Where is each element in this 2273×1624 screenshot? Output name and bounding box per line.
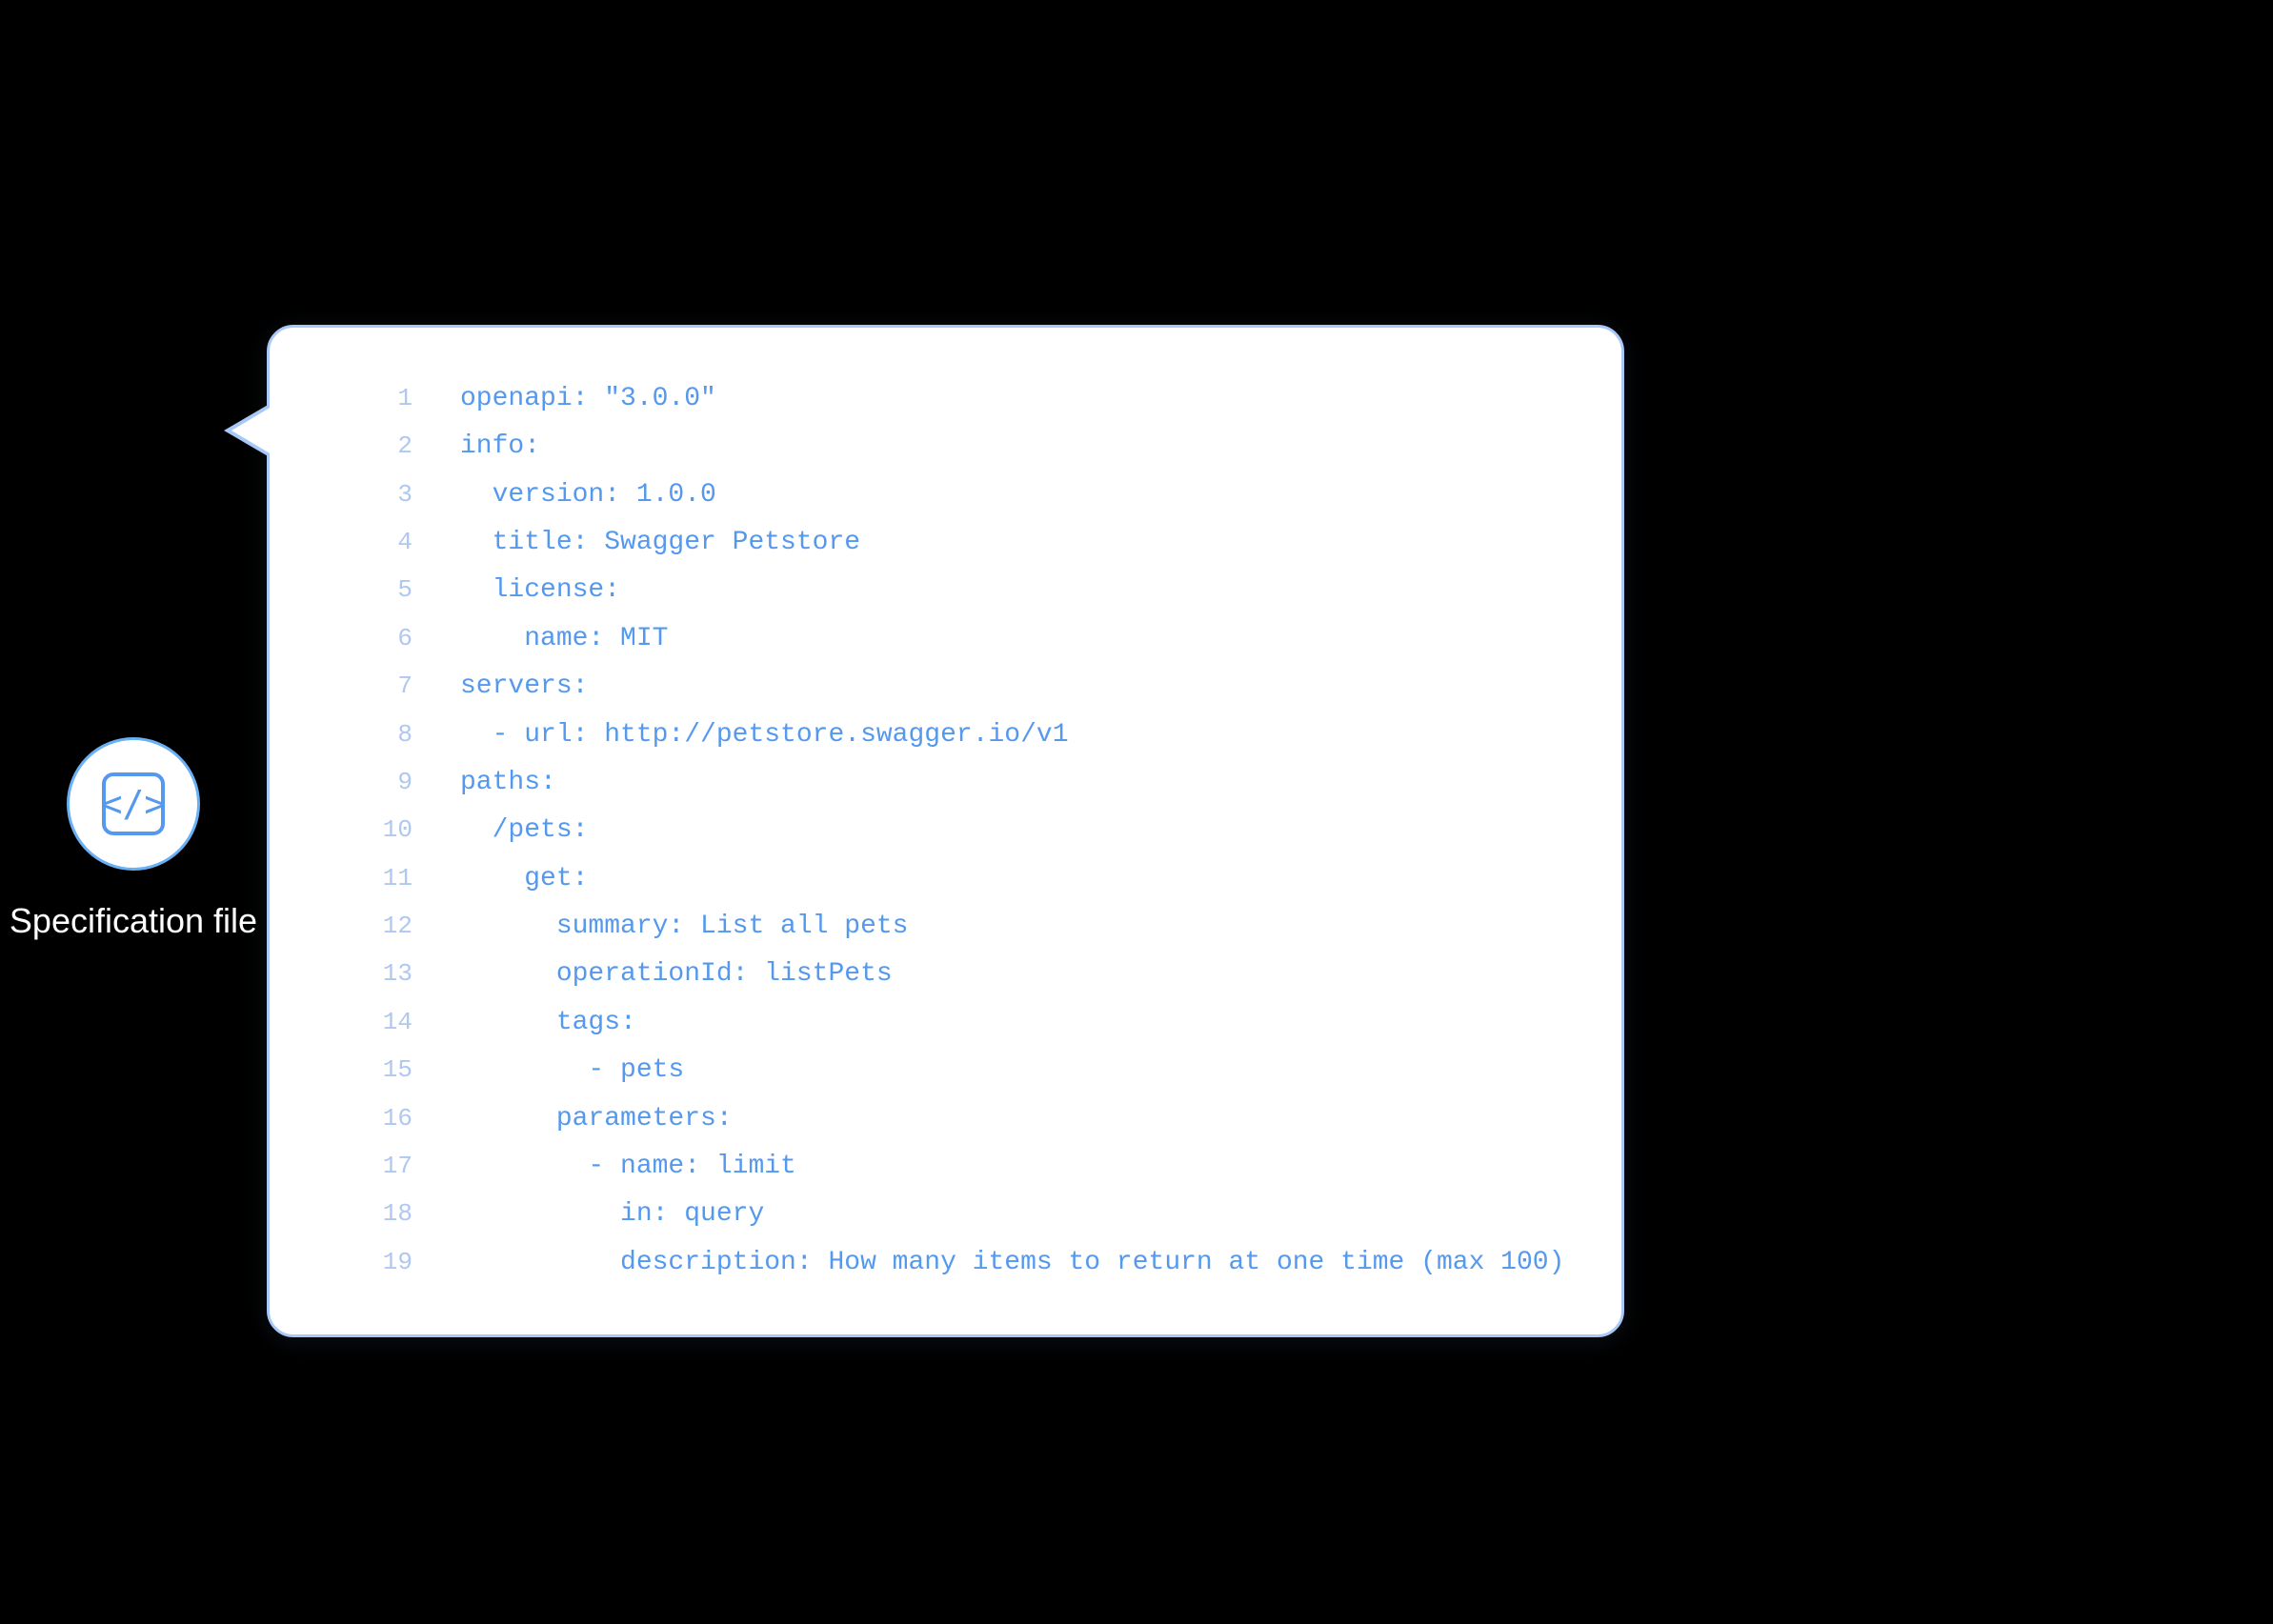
line-number: 14 xyxy=(346,1000,412,1045)
code-line: 1 openapi: "3.0.0" xyxy=(346,375,1564,423)
line-number: 8 xyxy=(346,712,412,757)
code-text: - url: http://petstore.swagger.io/v1 xyxy=(460,712,1069,759)
code-line: 2 info: xyxy=(346,423,1564,471)
code-text: servers: xyxy=(460,663,588,711)
code-text: - name: limit xyxy=(460,1143,796,1191)
code-line: 10 /pets: xyxy=(346,807,1564,854)
code-line: 6 name: MIT xyxy=(346,615,1564,663)
code-text: title: Swagger Petstore xyxy=(460,519,860,567)
line-number: 10 xyxy=(346,808,412,852)
code-text: name: MIT xyxy=(460,615,668,663)
svg-text:</>: </> xyxy=(101,783,167,825)
code-text: tags: xyxy=(460,999,636,1047)
code-text: summary: List all pets xyxy=(460,903,908,951)
line-number: 19 xyxy=(346,1240,412,1285)
line-number: 5 xyxy=(346,568,412,612)
code-text: - pets xyxy=(460,1047,684,1094)
line-number: 17 xyxy=(346,1144,412,1189)
code-text: info: xyxy=(460,423,540,471)
code-line: 16 parameters: xyxy=(346,1095,1564,1143)
code-line: 9 paths: xyxy=(346,759,1564,807)
code-line: 4 title: Swagger Petstore xyxy=(346,519,1564,567)
code-text: in: query xyxy=(460,1191,764,1238)
code-line: 3 version: 1.0.0 xyxy=(346,471,1564,519)
callout-wrapper: 1openapi: "3.0.0"2info:3 version: 1.0.04… xyxy=(267,287,2273,1337)
code-line: 19 description: How many items to return… xyxy=(346,1239,1564,1287)
code-text: paths: xyxy=(460,759,556,807)
icon-circle: </> xyxy=(67,737,200,871)
code-line: 13 operationId: listPets xyxy=(346,951,1564,998)
code-block: 1openapi: "3.0.0"2info:3 version: 1.0.04… xyxy=(346,375,1564,1287)
code-text: /pets: xyxy=(460,807,588,854)
line-number: 4 xyxy=(346,520,412,565)
code-line: 11 get: xyxy=(346,855,1564,903)
line-number: 2 xyxy=(346,424,412,469)
line-number: 12 xyxy=(346,904,412,949)
code-line: 15 - pets xyxy=(346,1047,1564,1094)
line-number: 6 xyxy=(346,616,412,661)
code-line: 12 summary: List all pets xyxy=(346,903,1564,951)
code-text: operationId: listPets xyxy=(460,951,893,998)
code-line: 17 - name: limit xyxy=(346,1143,1564,1191)
code-text: parameters: xyxy=(460,1095,733,1143)
spec-file-label: Specification file xyxy=(10,899,257,944)
code-line: 18 in: query xyxy=(346,1191,1564,1238)
code-text: license: xyxy=(460,567,620,614)
line-number: 7 xyxy=(346,664,412,709)
code-text: version: 1.0.0 xyxy=(460,471,716,519)
line-number: 11 xyxy=(346,856,412,901)
line-number: 13 xyxy=(346,952,412,996)
line-number: 16 xyxy=(346,1096,412,1141)
code-text: get: xyxy=(460,855,588,903)
code-line: 8 - url: http://petstore.swagger.io/v1 xyxy=(346,712,1564,759)
line-number: 3 xyxy=(346,472,412,517)
code-text: description: How many items to return at… xyxy=(460,1239,1564,1287)
code-line: 7 servers: xyxy=(346,663,1564,711)
line-number: 15 xyxy=(346,1048,412,1093)
line-number: 9 xyxy=(346,760,412,805)
code-brackets-icon: </> xyxy=(100,771,167,837)
code-text: openapi: "3.0.0" xyxy=(460,375,716,423)
left-panel: </> Specification file xyxy=(0,680,267,944)
line-number: 1 xyxy=(346,376,412,421)
code-line: 14 tags: xyxy=(346,999,1564,1047)
code-line: 5 license: xyxy=(346,567,1564,614)
scene: </> Specification file 1 openapi: "3.0.0"… xyxy=(0,0,2273,1624)
speech-bubble: 1openapi: "3.0.0"2info:3 version: 1.0.04… xyxy=(267,325,1624,1337)
line-number: 18 xyxy=(346,1192,412,1236)
